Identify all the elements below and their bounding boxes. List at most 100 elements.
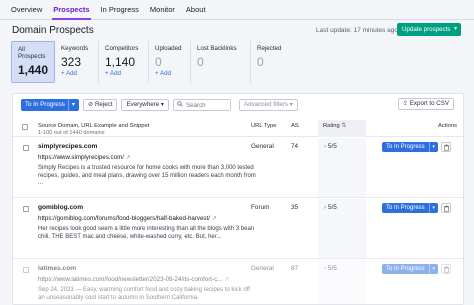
- page-title: Domain Prospects: [12, 25, 94, 36]
- row-to-in-progress-button[interactable]: To In Progress: [382, 203, 429, 213]
- row-url-link[interactable]: https://www.simplyrecipes.com/: [38, 154, 124, 161]
- chevron-down-icon[interactable]: ▾: [428, 264, 438, 274]
- stat-value: 323: [61, 55, 82, 69]
- col-as[interactable]: AS: [291, 123, 299, 129]
- col-source: Source Domain, URL Example and Snippet 1…: [38, 123, 149, 137]
- stat-all-prospects[interactable]: All Prospects 1,440: [11, 41, 55, 83]
- tab-about[interactable]: About: [185, 0, 207, 20]
- stat-value: 0: [257, 55, 264, 69]
- chevron-right-icon: ›: [324, 204, 327, 211]
- export-label: Export to CSV: [409, 100, 449, 107]
- stat-label: All Prospects: [18, 46, 46, 60]
- chevron-down-icon: ▾: [160, 101, 164, 108]
- row-url: https://www.latimes.com/food/newsletter/…: [38, 276, 229, 283]
- update-prospects-label: Update prospects: [402, 26, 451, 33]
- stat-label: Keywords: [61, 45, 89, 52]
- scope-select[interactable]: Everywhere ▾: [121, 99, 169, 111]
- update-prospects-button[interactable]: Update prospects ▾: [397, 23, 461, 36]
- reject-label: Reject: [94, 101, 113, 108]
- tab-monitor[interactable]: Monitor: [149, 0, 176, 20]
- row-rating-cell: › 5/5: [318, 138, 366, 197]
- add-uploaded-link[interactable]: + Add: [155, 70, 184, 77]
- advanced-filters-button[interactable]: Advanced filters ▾: [239, 99, 298, 111]
- select-all-checkbox[interactable]: [22, 124, 28, 130]
- row-actions: To In Progress ▾: [382, 203, 451, 213]
- export-csv-button[interactable]: ⇪ Export to CSV: [397, 98, 454, 110]
- row-url-link[interactable]: https://www.latimes.com/food/newsletter/…: [38, 276, 222, 283]
- to-in-progress-button[interactable]: To In Progress ▾: [21, 99, 80, 111]
- row-snippet: Simply Recipes is a trusted resource for…: [38, 165, 256, 187]
- table-header: Source Domain, URL Example and Snippet 1…: [13, 120, 463, 137]
- row-as: 35: [291, 204, 299, 211]
- stat-value: 1,140: [105, 55, 136, 69]
- row-as: 74: [291, 143, 299, 150]
- stat-label: Rejected: [257, 45, 282, 52]
- chevron-down-icon[interactable]: ▾: [428, 203, 438, 213]
- row-rating-value: 5/5: [327, 143, 337, 150]
- col-actions: Actions: [438, 123, 458, 129]
- stat-value: 0: [197, 55, 204, 69]
- chevron-down-icon: ▾: [453, 26, 457, 32]
- row-checkbox[interactable]: [23, 145, 29, 151]
- row-url-link[interactable]: https://gomiblog.com/forums/food-blogger…: [38, 215, 210, 222]
- row-as: 87: [291, 265, 299, 272]
- search-input[interactable]: [186, 101, 230, 109]
- row-checkbox[interactable]: [23, 267, 29, 273]
- chevron-down-icon: ▾: [289, 101, 293, 108]
- row-url: https://gomiblog.com/forums/food-blogger…: [38, 215, 217, 222]
- stat-label: Uploaded: [155, 45, 182, 52]
- trash-icon[interactable]: [440, 142, 451, 152]
- advanced-filters-label: Advanced filters: [244, 101, 289, 108]
- last-update-text: Last update: 17 minutes ago: [316, 27, 399, 34]
- row-rating-value: 5/5: [327, 204, 337, 211]
- prospects-panel: To In Progress ▾ ⊘ Reject Everywhere ▾ A…: [12, 93, 464, 305]
- reject-button[interactable]: ⊘ Reject: [83, 99, 118, 111]
- table-row: simplyrecipes.com https://www.simplyreci…: [13, 138, 463, 198]
- col-source-label: Source Domain, URL Example and Snippet: [38, 123, 150, 129]
- search-field[interactable]: [173, 99, 231, 111]
- stat-label: Competitors: [105, 45, 139, 52]
- tab-prospects[interactable]: Prospects: [52, 0, 91, 20]
- row-rating[interactable]: › 5/5: [324, 143, 337, 150]
- row-domain[interactable]: simplyrecipes.com: [38, 143, 97, 150]
- row-snippet: Her recipes look good seem a little more…: [38, 226, 255, 240]
- row-rating-cell: › 5/5: [318, 199, 366, 258]
- trash-icon[interactable]: [440, 203, 451, 213]
- external-link-icon[interactable]: ↗: [224, 276, 229, 283]
- row-rating[interactable]: › 5/5: [324, 204, 337, 211]
- stat-competitors[interactable]: Competitors 1,140 + Add: [99, 41, 149, 83]
- row-to-in-progress-button[interactable]: To In Progress: [382, 264, 429, 274]
- row-to-in-progress-button[interactable]: To In Progress: [382, 142, 429, 152]
- stat-lost-backlinks[interactable]: Lost Backlinks 0: [191, 41, 251, 83]
- stat-label: Lost Backlinks: [197, 45, 237, 52]
- table-toolbar: To In Progress ▾ ⊘ Reject Everywhere ▾ A…: [21, 98, 298, 112]
- row-domain[interactable]: latimes.com: [38, 265, 76, 272]
- trash-icon[interactable]: [440, 264, 451, 274]
- stat-keywords[interactable]: Keywords 323 + Add: [55, 41, 99, 83]
- row-checkbox[interactable]: [23, 206, 29, 212]
- stat-rejected[interactable]: Rejected 0: [251, 41, 295, 83]
- row-url: https://www.simplyrecipes.com/ ↗: [38, 154, 131, 161]
- scope-select-value: Everywhere: [126, 101, 160, 108]
- col-source-count: 1-100 out of 1440 domains: [38, 130, 105, 136]
- table-row: gomiblog.com https://gomiblog.com/forums…: [13, 199, 463, 259]
- table-row: latimes.com https://www.latimes.com/food…: [13, 260, 463, 304]
- row-domain[interactable]: gomiblog.com: [38, 204, 83, 211]
- chevron-down-icon: ▾: [67, 99, 75, 111]
- add-competitors-link[interactable]: + Add: [105, 70, 142, 77]
- chevron-down-icon[interactable]: ▾: [428, 142, 438, 152]
- row-snippet: Sep 24, 2023 — Easy, warming comfort foo…: [38, 287, 250, 301]
- add-keywords-link[interactable]: + Add: [61, 70, 92, 77]
- search-icon: [177, 101, 183, 109]
- col-rating[interactable]: Rating ⇅: [318, 120, 366, 137]
- col-url-type: URL Type: [251, 123, 277, 129]
- external-link-icon[interactable]: ↗: [126, 154, 131, 161]
- sort-icon[interactable]: ⇅: [341, 123, 346, 129]
- row-url-type: General: [251, 265, 274, 272]
- stat-uploaded[interactable]: Uploaded 0 + Add: [149, 41, 191, 83]
- external-link-icon[interactable]: ↗: [212, 215, 217, 222]
- row-rating[interactable]: › 5/5: [324, 265, 337, 272]
- tab-overview[interactable]: Overview: [10, 0, 43, 20]
- stat-value: 0: [155, 55, 162, 69]
- tab-in-progress[interactable]: In Progress: [100, 0, 140, 20]
